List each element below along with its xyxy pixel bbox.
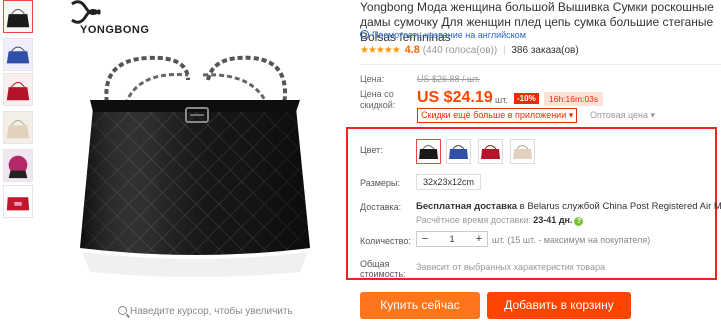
quantity-limit-info: шт. (15 шт. - максимум на покупателя) [492, 235, 651, 245]
color-option-beige[interactable] [510, 139, 535, 164]
total-price-label: Общая стоимость: [360, 259, 406, 279]
buy-now-button[interactable]: Купить сейчас [360, 292, 480, 319]
rating-value: 4.8 [404, 44, 420, 56]
main-product-image[interactable] [38, 0, 343, 300]
sku-selection-box: Цвет: Размеры: 32x23x12cm Доставка: Бесп… [346, 127, 721, 280]
total-price-info: Зависит от выбранных характеристик товар… [416, 262, 605, 272]
help-icon[interactable]: ? [574, 217, 584, 226]
rating-separator: | [502, 45, 506, 56]
app-discount-dropdown[interactable]: Скидки ещё больше в приложении ▾ [417, 108, 578, 123]
orders-count: 386 заказа(ов) [511, 45, 579, 56]
price-label: Цена: [360, 74, 385, 84]
globe-icon [360, 30, 369, 39]
free-shipping-text: Бесплатная доставка [416, 201, 517, 212]
discount-price-label: Цена со скидкой: [360, 89, 396, 110]
thumbnail-6[interactable] [3, 185, 33, 218]
thumbnail-2[interactable] [3, 38, 33, 71]
old-price: US $26.88 / шт. [417, 74, 480, 84]
rating-row: ★★★★★ 4.8 (440 голоса(ов)) | 386 заказа(… [360, 44, 579, 56]
shipping-details: в Belarus службой China Post Registered … [517, 201, 721, 212]
votes-count[interactable]: (440 голоса(ов)) [423, 45, 498, 56]
thumbnail-4[interactable] [3, 111, 33, 144]
color-option-black[interactable] [416, 139, 441, 164]
thumbnail-1[interactable] [3, 0, 33, 33]
quantity-decrease-button[interactable]: − [417, 232, 433, 246]
translate-link[interactable]: Посмотреть название на английском [360, 30, 526, 40]
wholesale-price-dropdown[interactable]: Оптовая цена ▾ [590, 110, 655, 121]
countdown-timer: 16h:16m:03s [544, 92, 604, 106]
quantity-increase-button[interactable]: + [471, 232, 487, 246]
add-to-cart-button[interactable]: Добавить в корзину [487, 292, 631, 319]
shipping-method[interactable]: Бесплатная доставка в Belarus службой Ch… [416, 201, 721, 212]
color-label: Цвет: [360, 145, 383, 155]
thumbnail-3[interactable] [3, 73, 33, 106]
thumbnail-5[interactable] [3, 149, 33, 182]
color-option-blue[interactable] [446, 139, 471, 164]
discount-badge: -10% [514, 93, 539, 104]
shipping-label: Доставка: [360, 202, 402, 212]
delivery-days: 23-41 дн. [533, 215, 573, 225]
quantity-input[interactable]: 1 [433, 234, 471, 244]
delivery-label: Расчётное время доставки: [416, 215, 534, 225]
delivery-estimate: Расчётное время доставки: 23-41 дн.? [416, 215, 584, 226]
per-unit-label: / шт. [490, 95, 508, 105]
size-option[interactable]: 32x23x12cm [416, 174, 482, 190]
size-label: Размеры: [360, 178, 400, 188]
color-option-red[interactable] [478, 139, 503, 164]
divider [360, 64, 721, 65]
product-info: Yongbong Мода женщина большой Вышивка Су… [360, 0, 721, 123]
zoom-hint: Наведите курсор, чтобы увеличить [118, 306, 293, 317]
zoom-hint-text: Наведите курсор, чтобы увеличить [130, 306, 293, 317]
rating-stars: ★★★★★ [360, 45, 401, 56]
translate-link-text[interactable]: Посмотреть название на английском [372, 30, 526, 40]
quantity-stepper: − 1 + [416, 231, 488, 247]
quantity-label: Количество: [360, 236, 411, 246]
magnifier-icon [118, 306, 127, 315]
current-price: US $24.19 [417, 89, 493, 106]
